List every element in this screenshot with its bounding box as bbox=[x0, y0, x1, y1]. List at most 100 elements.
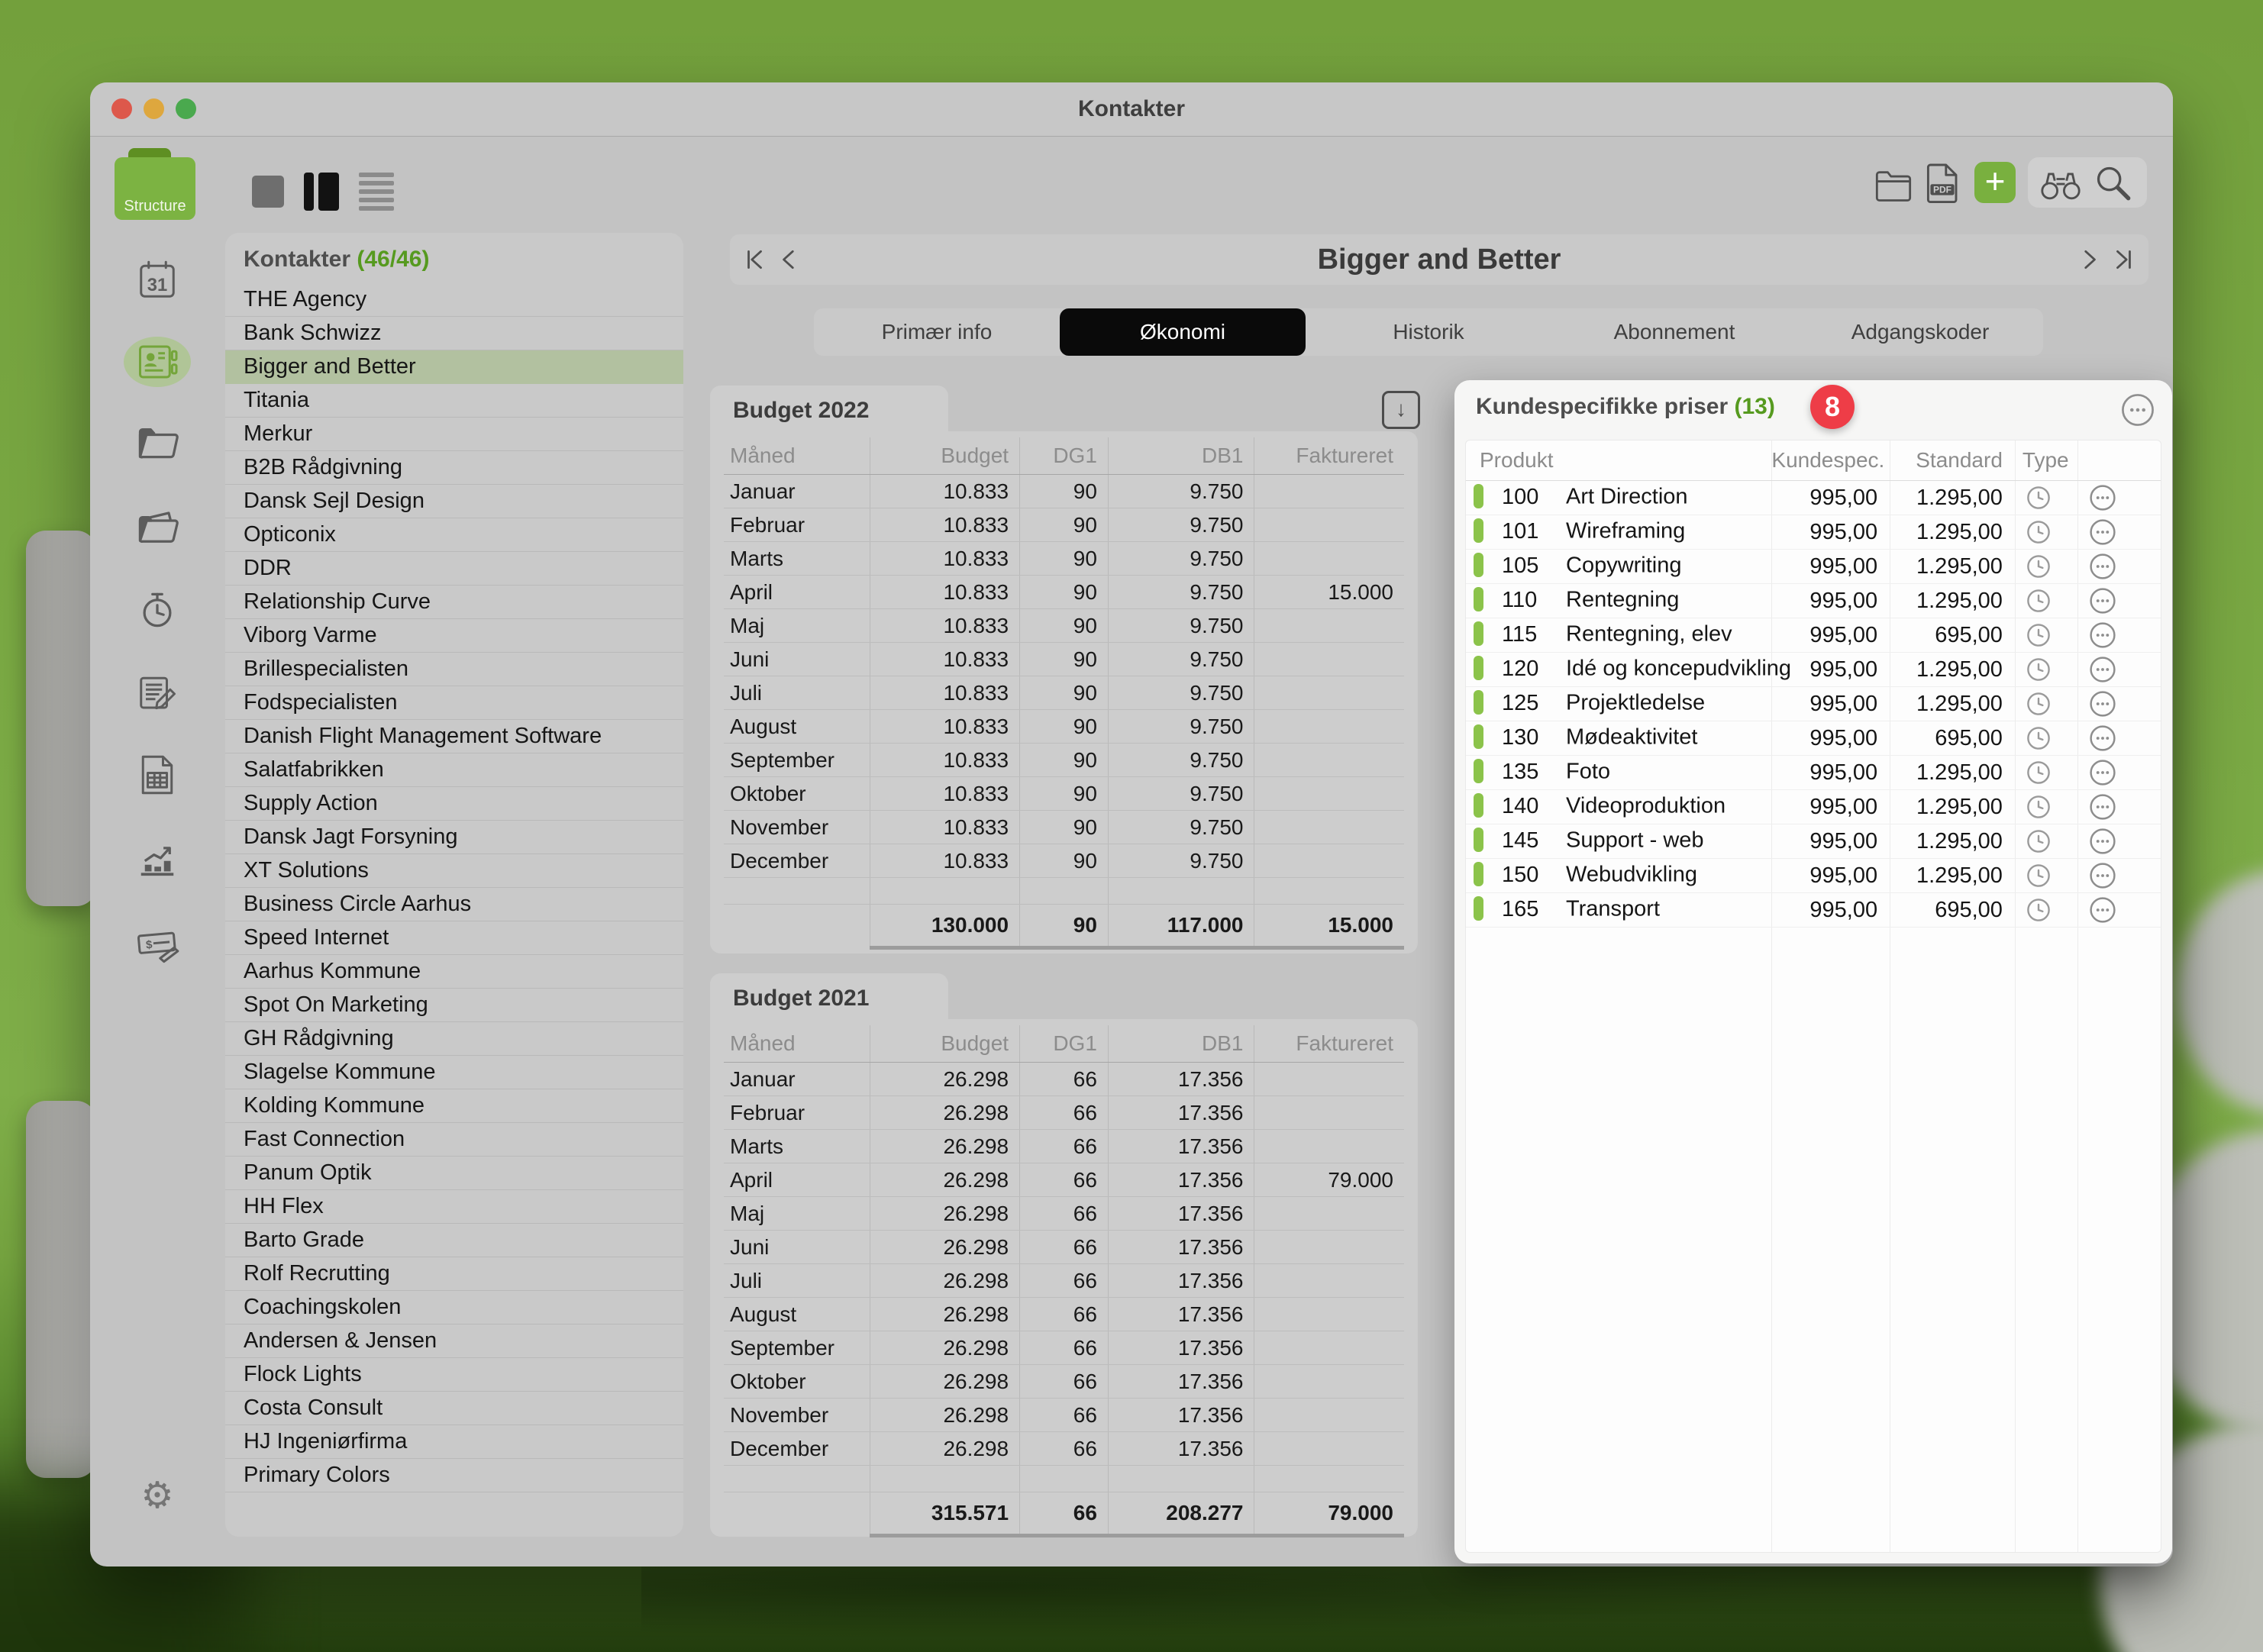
list-item[interactable]: XT Solutions bbox=[225, 854, 683, 888]
list-item[interactable]: Viborg Varme bbox=[225, 619, 683, 653]
folder-button[interactable] bbox=[1874, 168, 1913, 203]
zoom-button[interactable] bbox=[176, 98, 196, 119]
list-item[interactable]: Aarhus Kommune bbox=[225, 955, 683, 989]
panel-menu-button[interactable] bbox=[2119, 391, 2157, 429]
list-item[interactable]: Business Circle Aarhus bbox=[225, 888, 683, 921]
list-item[interactable]: Barto Grade bbox=[225, 1224, 683, 1257]
list-item[interactable]: Relationship Curve bbox=[225, 586, 683, 619]
kundespec-price: 995,00 bbox=[1771, 893, 1890, 928]
first-record-button[interactable] bbox=[742, 247, 767, 272]
row-menu-button[interactable] bbox=[2087, 485, 2119, 509]
price-row[interactable]: 120Idé og koncepudvikling995,001.295,00 bbox=[1466, 653, 2161, 687]
row-menu-icon bbox=[2087, 653, 2119, 686]
row-menu-button[interactable] bbox=[2087, 657, 2119, 681]
list-item[interactable]: Slagelse Kommune bbox=[225, 1056, 683, 1089]
list-item[interactable]: Kolding Kommune bbox=[225, 1089, 683, 1123]
list-item[interactable]: Supply Action bbox=[225, 787, 683, 821]
next-record-button[interactable] bbox=[2077, 247, 2101, 272]
list-item[interactable]: Brillespecialisten bbox=[225, 653, 683, 686]
list-item[interactable]: Dansk Sejl Design bbox=[225, 485, 683, 518]
tab-primær-info[interactable]: Primær info bbox=[814, 308, 1060, 356]
view-toggle-list-icon[interactable] bbox=[359, 173, 394, 211]
sidebar-item-time[interactable] bbox=[134, 587, 180, 633]
list-item[interactable]: Salatfabrikken bbox=[225, 753, 683, 787]
list-item[interactable]: Rolf Recrutting bbox=[225, 1257, 683, 1291]
price-row[interactable]: 130Mødeaktivitet995,00695,00 bbox=[1466, 721, 2161, 756]
tab-adgangskoder[interactable]: Adgangskoder bbox=[1797, 308, 2043, 356]
row-menu-button[interactable] bbox=[2087, 553, 2119, 578]
list-item[interactable]: Primary Colors bbox=[225, 1459, 683, 1492]
search-button[interactable] bbox=[2094, 163, 2132, 202]
tab-historik[interactable]: Historik bbox=[1306, 308, 1551, 356]
row-menu-button[interactable] bbox=[2087, 794, 2119, 818]
list-item[interactable]: HH Flex bbox=[225, 1190, 683, 1224]
list-item[interactable]: Fast Connection bbox=[225, 1123, 683, 1157]
list-item[interactable]: Merkur bbox=[225, 418, 683, 451]
list-item[interactable]: Fodspecialisten bbox=[225, 686, 683, 720]
price-row[interactable]: 165Transport995,00695,00 bbox=[1466, 893, 2161, 928]
row-menu-button[interactable] bbox=[2087, 897, 2119, 921]
list-item[interactable]: Flock Lights bbox=[225, 1358, 683, 1392]
last-record-button[interactable] bbox=[2112, 247, 2136, 272]
view-toggle-card-icon[interactable] bbox=[252, 176, 284, 208]
list-item[interactable]: Panum Optik bbox=[225, 1157, 683, 1190]
row-menu-button[interactable] bbox=[2087, 760, 2119, 784]
binoculars-button[interactable] bbox=[2039, 166, 2083, 200]
settings-button[interactable]: ⚙ bbox=[134, 1473, 180, 1519]
list-item[interactable]: Bank Schwizz bbox=[225, 317, 683, 350]
row-menu-button[interactable] bbox=[2087, 622, 2119, 647]
list-item[interactable]: Opticonix bbox=[225, 518, 683, 552]
sidebar-item-statistics[interactable] bbox=[134, 835, 180, 881]
price-row[interactable]: 125Projektledelse995,001.295,00 bbox=[1466, 687, 2161, 721]
sidebar-item-spreadsheets[interactable] bbox=[134, 752, 180, 798]
list-item[interactable]: Titania bbox=[225, 384, 683, 418]
list-item[interactable]: Bigger and Better bbox=[225, 350, 683, 384]
list-item[interactable]: Coachingskolen bbox=[225, 1291, 683, 1325]
previous-record-button[interactable] bbox=[777, 247, 802, 272]
sidebar-item-documents[interactable] bbox=[134, 505, 180, 551]
download-button[interactable]: ↓ bbox=[1382, 391, 1420, 429]
list-item[interactable]: Costa Consult bbox=[225, 1392, 683, 1425]
list-item[interactable]: B2B Rådgivning bbox=[225, 451, 683, 485]
tab-økonomi[interactable]: Økonomi bbox=[1060, 308, 1306, 356]
list-item[interactable]: GH Rådgivning bbox=[225, 1022, 683, 1056]
price-row[interactable]: 105Copywriting995,001.295,00 bbox=[1466, 550, 2161, 584]
list-item[interactable]: Dansk Jagt Forsyning bbox=[225, 821, 683, 854]
sidebar-item-invoicing[interactable]: $ bbox=[134, 919, 180, 965]
row-menu-button[interactable] bbox=[2087, 725, 2119, 750]
close-button[interactable] bbox=[111, 98, 132, 119]
tab-abonnement[interactable]: Abonnement bbox=[1551, 308, 1797, 356]
row-menu-button[interactable] bbox=[2087, 691, 2119, 715]
list-item[interactable]: HJ Ingeniørfirma bbox=[225, 1425, 683, 1459]
list-item[interactable]: Danish Flight Management Software bbox=[225, 720, 683, 753]
row-menu-button[interactable] bbox=[2087, 863, 2119, 887]
price-row[interactable]: 145Support - web995,001.295,00 bbox=[1466, 824, 2161, 859]
price-row[interactable]: 101Wireframing995,001.295,00 bbox=[1466, 515, 2161, 550]
list-item[interactable]: Andersen & Jensen bbox=[225, 1325, 683, 1358]
list-item[interactable]: THE Agency bbox=[225, 283, 683, 317]
minimize-button[interactable] bbox=[144, 98, 164, 119]
list-item[interactable]: DDR bbox=[225, 552, 683, 586]
sidebar-item-projects[interactable] bbox=[134, 421, 180, 467]
price-row[interactable]: 140Videoproduktion995,001.295,00 bbox=[1466, 790, 2161, 824]
add-button[interactable]: + bbox=[1974, 162, 2016, 203]
stopwatch-icon bbox=[134, 587, 180, 633]
sidebar-item-contacts[interactable] bbox=[134, 339, 180, 385]
row-menu-button[interactable] bbox=[2087, 588, 2119, 612]
row-menu-button[interactable] bbox=[2087, 519, 2119, 544]
price-row[interactable]: 150Webudvikling995,001.295,00 bbox=[1466, 859, 2161, 893]
price-row[interactable]: 110Rentegning995,001.295,00 bbox=[1466, 584, 2161, 618]
table-row: Oktober26.2986617.356 bbox=[724, 1365, 1404, 1399]
price-row[interactable]: 115Rentegning, elev995,00695,00 bbox=[1466, 618, 2161, 653]
export-pdf-button[interactable]: PDF bbox=[1924, 162, 1961, 205]
sidebar-item-calendar[interactable]: 31 bbox=[134, 257, 180, 303]
folder-open-icon bbox=[134, 505, 180, 551]
list-item[interactable]: Spot On Marketing bbox=[225, 989, 683, 1022]
price-row[interactable]: 135Foto995,001.295,00 bbox=[1466, 756, 2161, 790]
view-toggle-split-icon[interactable] bbox=[304, 173, 339, 211]
sidebar-item-notes[interactable] bbox=[134, 670, 180, 715]
standard-price: 1.295,00 bbox=[1890, 584, 2015, 618]
price-row[interactable]: 100Art Direction995,001.295,00 bbox=[1466, 481, 2161, 515]
list-item[interactable]: Speed Internet bbox=[225, 921, 683, 955]
row-menu-button[interactable] bbox=[2087, 828, 2119, 853]
